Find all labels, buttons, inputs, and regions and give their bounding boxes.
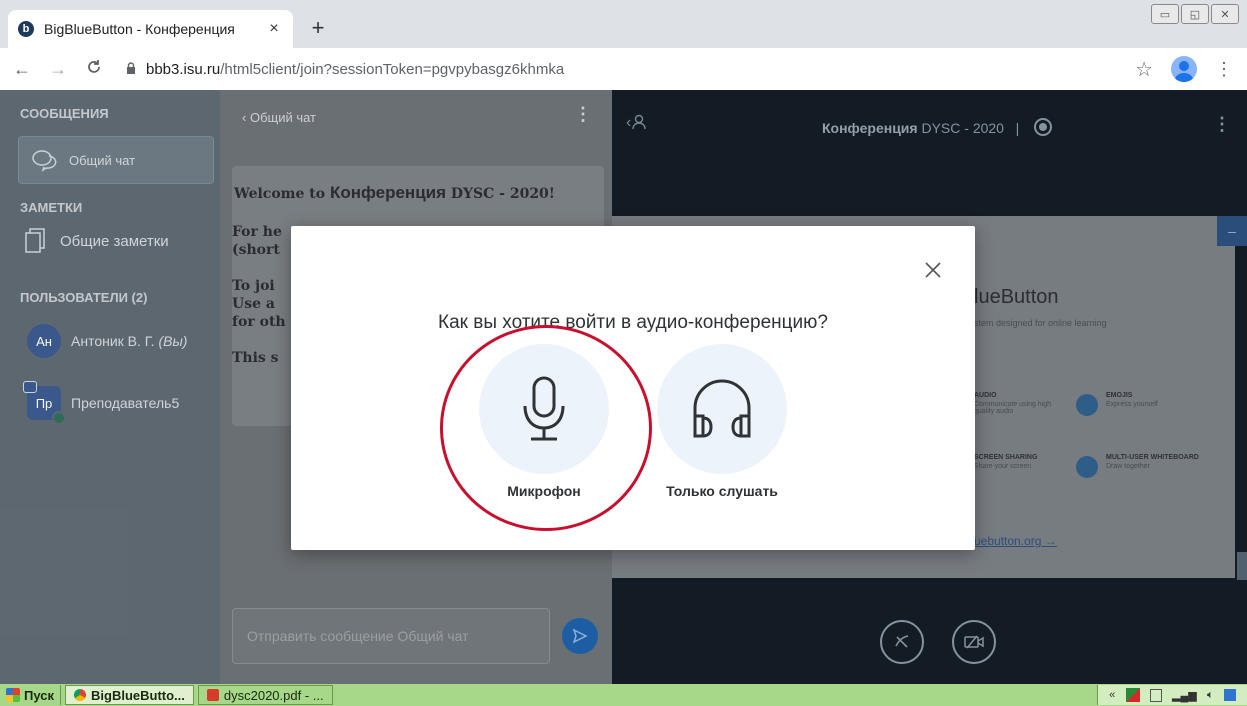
browser-tabstrip: b BigBlueButton - Конференция × + ▭ ◱ ✕ [0, 0, 1247, 48]
restore-button[interactable]: ◱ [1181, 4, 1209, 24]
url-path: /html5client/join?sessionToken=pgvpybasg… [220, 60, 565, 78]
antivirus-tray-icon[interactable] [1125, 688, 1140, 702]
taskbar-item-label: BigBlueButto... [91, 687, 185, 703]
browser-tab[interactable]: b BigBlueButton - Конференция × [8, 10, 293, 48]
annotation-highlight-circle [440, 325, 652, 531]
url-host: bbb3.isu.ru [146, 60, 221, 78]
taskbar-item-pdf[interactable]: dysc2020.pdf - ... [197, 685, 333, 705]
listen-only-option-label: Только слушать [666, 483, 778, 499]
minimize-button[interactable]: ▭ [1151, 4, 1179, 24]
windows-taskbar: Пуск BigBlueButto... dysc2020.pdf - ... … [0, 684, 1247, 706]
tab-close-button[interactable]: × [265, 20, 283, 38]
close-icon [925, 262, 941, 278]
taskbar-item-browser[interactable]: BigBlueButto... [65, 685, 194, 705]
windows-logo-icon [6, 688, 20, 702]
tray-expand-icon[interactable]: « [1109, 689, 1115, 701]
start-label: Пуск [24, 687, 54, 703]
chrome-icon [74, 689, 86, 701]
language-tray-icon[interactable] [1223, 689, 1236, 701]
new-tab-button[interactable]: + [306, 16, 330, 40]
close-modal-button[interactable] [921, 258, 945, 282]
tab-title: BigBlueButton - Конференция [44, 21, 235, 37]
taskbar-item-label: dysc2020.pdf - ... [223, 687, 324, 703]
bigbluebutton-favicon-icon: b [18, 21, 34, 37]
back-arrow-icon[interactable]: ← [8, 59, 36, 80]
address-bar[interactable]: bbb3.isu.ru/html5client/join?sessionToke… [146, 61, 564, 78]
pdf-icon [206, 689, 219, 701]
browser-toolbar: ← → bbb3.isu.ru/html5client/join?session… [0, 48, 1247, 90]
network-tray-icon[interactable] [1149, 688, 1162, 702]
signal-tray-icon[interactable]: ▂▄▆ [1172, 689, 1197, 702]
close-window-button[interactable]: ✕ [1211, 4, 1239, 24]
forward-arrow-icon[interactable]: → [44, 59, 72, 80]
listen-only-option-button[interactable] [657, 344, 787, 474]
start-button[interactable]: Пуск [0, 685, 61, 705]
lock-icon[interactable] [126, 61, 138, 77]
modal-title: Как вы хотите войти в аудио-конференцию? [438, 312, 828, 333]
headphones-icon [693, 379, 751, 438]
volume-tray-icon[interactable]: 🔈︎ [1207, 689, 1214, 702]
system-tray: « ▂▄▆ 🔈︎ [1097, 685, 1247, 705]
bookmark-star-icon[interactable]: ☆ [1135, 57, 1153, 82]
window-controls: ▭ ◱ ✕ [1151, 4, 1239, 24]
reload-icon[interactable] [80, 59, 108, 80]
browser-menu-icon[interactable]: ⋮ [1215, 59, 1233, 80]
profile-avatar-icon[interactable] [1171, 56, 1197, 82]
